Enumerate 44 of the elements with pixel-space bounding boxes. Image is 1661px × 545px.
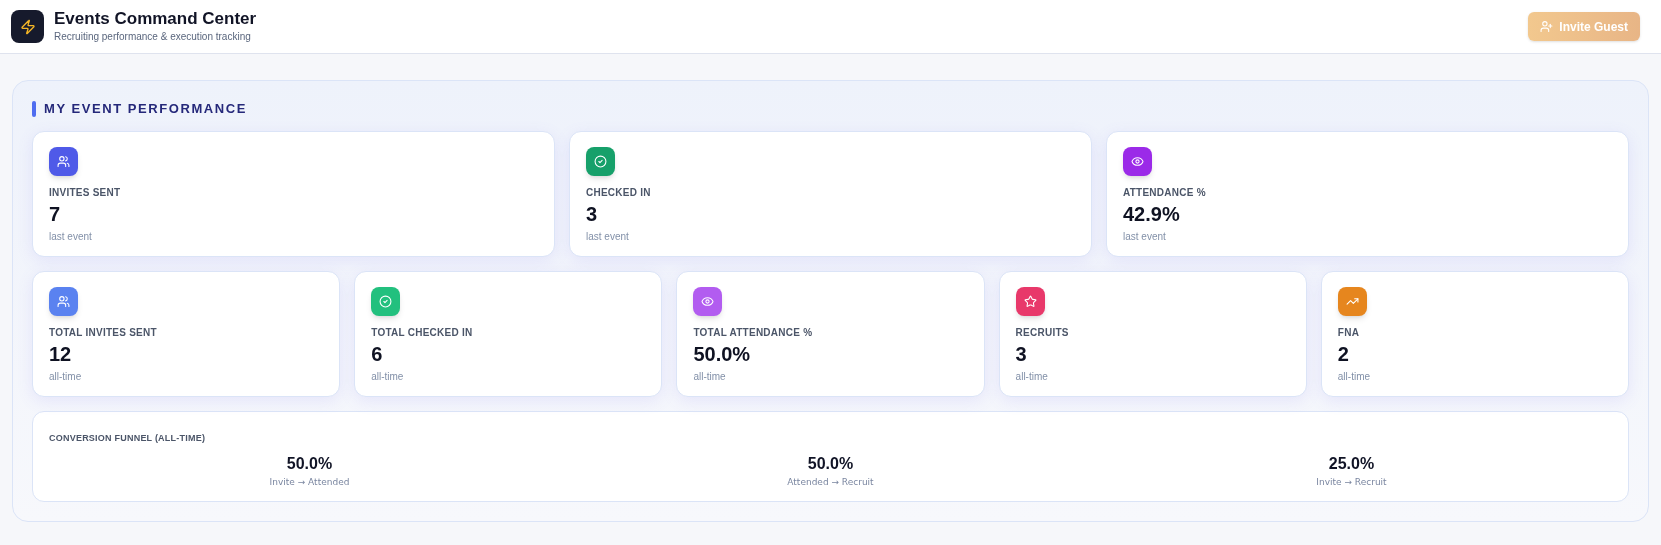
users-icon (57, 294, 70, 308)
star-icon (1023, 294, 1037, 308)
funnel-rate: 50.0% (286, 453, 333, 474)
add-user-icon (1540, 20, 1554, 33)
funnel-step-label: Attended → Recruit (787, 475, 874, 489)
lightning-icon (19, 18, 36, 35)
stat-note: last event (1123, 229, 1166, 244)
stat-value: 7 (49, 201, 61, 226)
eye-icon (1131, 154, 1144, 168)
funnel-step-label: Invite → Attended (269, 475, 350, 489)
accent-bar (32, 100, 36, 117)
users-icon (57, 154, 70, 168)
check-circle-icon (379, 294, 393, 308)
app-subtitle: Recruiting performance & execution tracking (54, 30, 252, 44)
stat-note: last event (49, 229, 92, 244)
stat-label: TOTAL ATTENDANCE % (693, 325, 813, 340)
stat-value: 12 (49, 341, 72, 366)
eye-icon (701, 294, 715, 308)
stat-label: ATTENDANCE % (1123, 185, 1206, 200)
stat-note: all-time (49, 369, 82, 384)
funnel-rate: 50.0% (807, 453, 854, 474)
stat-note: all-time (1015, 369, 1048, 384)
stat-value: 42.9% (1123, 201, 1180, 226)
app-title: Events Command Center (54, 9, 257, 29)
stat-label: FNA (1337, 325, 1360, 340)
stat-label: RECRUITS (1015, 325, 1069, 340)
stat-value: 6 (371, 341, 383, 366)
check-circle-icon (594, 154, 607, 168)
funnel-rate: 25.0% (1328, 453, 1375, 474)
stat-value: 3 (1015, 341, 1027, 366)
stat-note: all-time (693, 369, 726, 384)
funnel-step-label: Invite → Recruit (1316, 475, 1387, 489)
stat-note: all-time (1337, 369, 1371, 384)
stat-value: 50.0% (693, 341, 751, 366)
stat-label: TOTAL INVITES SENT (49, 325, 157, 340)
stat-value: 2 (1337, 341, 1349, 366)
stat-label: INVITES SENT (49, 185, 121, 200)
stat-label: CHECKED IN (586, 185, 651, 200)
stat-value: 3 (586, 201, 598, 226)
funnel-title: CONVERSION FUNNEL (ALL-TIME) (49, 432, 206, 443)
stat-label: TOTAL CHECKED IN (371, 325, 473, 340)
section-title: MY EVENT PERFORMANCE (44, 100, 247, 118)
stat-note: all-time (371, 369, 404, 384)
stat-note: last event (586, 229, 629, 244)
